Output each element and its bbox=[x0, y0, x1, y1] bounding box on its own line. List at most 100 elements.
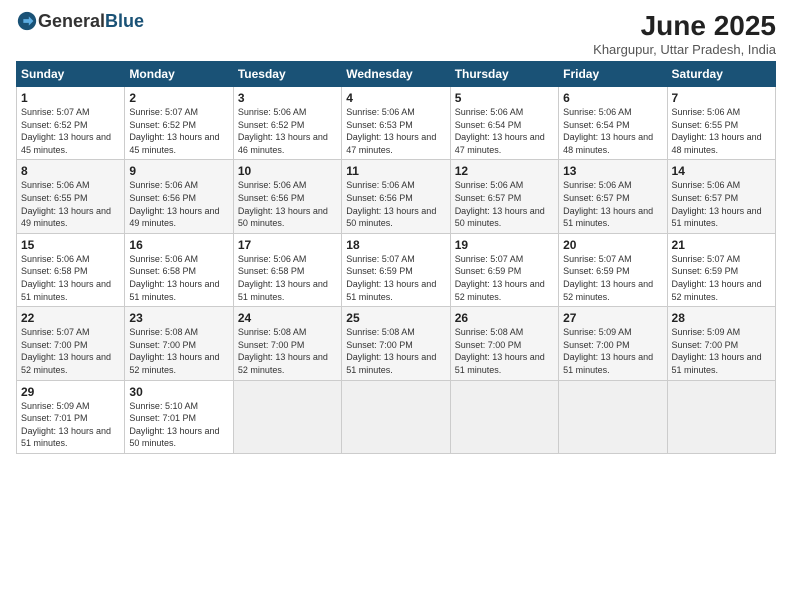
day-number: 14 bbox=[672, 164, 771, 178]
day-info: Sunrise: 5:09 AM Sunset: 7:00 PM Dayligh… bbox=[672, 326, 771, 376]
calendar-cell: 14Sunrise: 5:06 AM Sunset: 6:57 PM Dayli… bbox=[667, 160, 775, 233]
logo: GeneralBlue bbox=[16, 10, 144, 32]
day-info: Sunrise: 5:07 AM Sunset: 6:52 PM Dayligh… bbox=[21, 106, 120, 156]
calendar-cell: 4Sunrise: 5:06 AM Sunset: 6:53 PM Daylig… bbox=[342, 87, 450, 160]
calendar-cell: 22Sunrise: 5:07 AM Sunset: 7:00 PM Dayli… bbox=[17, 307, 125, 380]
day-number: 25 bbox=[346, 311, 445, 325]
day-number: 19 bbox=[455, 238, 554, 252]
day-info: Sunrise: 5:07 AM Sunset: 6:59 PM Dayligh… bbox=[563, 253, 662, 303]
calendar-cell: 12Sunrise: 5:06 AM Sunset: 6:57 PM Dayli… bbox=[450, 160, 558, 233]
title-block: June 2025 Khargupur, Uttar Pradesh, Indi… bbox=[593, 10, 776, 57]
calendar-cell: 3Sunrise: 5:06 AM Sunset: 6:52 PM Daylig… bbox=[233, 87, 341, 160]
day-number: 28 bbox=[672, 311, 771, 325]
day-info: Sunrise: 5:07 AM Sunset: 7:00 PM Dayligh… bbox=[21, 326, 120, 376]
calendar-cell: 18Sunrise: 5:07 AM Sunset: 6:59 PM Dayli… bbox=[342, 233, 450, 306]
day-number: 1 bbox=[21, 91, 120, 105]
logo-general: General bbox=[38, 11, 105, 32]
calendar-cell: 7Sunrise: 5:06 AM Sunset: 6:55 PM Daylig… bbox=[667, 87, 775, 160]
day-info: Sunrise: 5:09 AM Sunset: 7:00 PM Dayligh… bbox=[563, 326, 662, 376]
day-number: 5 bbox=[455, 91, 554, 105]
day-number: 12 bbox=[455, 164, 554, 178]
day-info: Sunrise: 5:06 AM Sunset: 6:57 PM Dayligh… bbox=[563, 179, 662, 229]
calendar-week-2: 15Sunrise: 5:06 AM Sunset: 6:58 PM Dayli… bbox=[17, 233, 776, 306]
calendar-cell: 1Sunrise: 5:07 AM Sunset: 6:52 PM Daylig… bbox=[17, 87, 125, 160]
calendar-week-1: 8Sunrise: 5:06 AM Sunset: 6:55 PM Daylig… bbox=[17, 160, 776, 233]
day-info: Sunrise: 5:07 AM Sunset: 6:59 PM Dayligh… bbox=[672, 253, 771, 303]
calendar-cell: 13Sunrise: 5:06 AM Sunset: 6:57 PM Dayli… bbox=[559, 160, 667, 233]
day-number: 16 bbox=[129, 238, 228, 252]
day-number: 29 bbox=[21, 385, 120, 399]
main-container: GeneralBlue June 2025 Khargupur, Uttar P… bbox=[0, 0, 792, 464]
calendar-cell: 19Sunrise: 5:07 AM Sunset: 6:59 PM Dayli… bbox=[450, 233, 558, 306]
day-info: Sunrise: 5:06 AM Sunset: 6:56 PM Dayligh… bbox=[238, 179, 337, 229]
day-info: Sunrise: 5:06 AM Sunset: 6:55 PM Dayligh… bbox=[21, 179, 120, 229]
day-number: 18 bbox=[346, 238, 445, 252]
day-number: 26 bbox=[455, 311, 554, 325]
logo-blue: Blue bbox=[105, 11, 144, 32]
calendar-cell: 6Sunrise: 5:06 AM Sunset: 6:54 PM Daylig… bbox=[559, 87, 667, 160]
calendar-cell: 20Sunrise: 5:07 AM Sunset: 6:59 PM Dayli… bbox=[559, 233, 667, 306]
calendar-cell bbox=[342, 380, 450, 453]
day-info: Sunrise: 5:06 AM Sunset: 6:58 PM Dayligh… bbox=[238, 253, 337, 303]
calendar-week-4: 29Sunrise: 5:09 AM Sunset: 7:01 PM Dayli… bbox=[17, 380, 776, 453]
col-sunday: Sunday bbox=[17, 62, 125, 87]
day-info: Sunrise: 5:06 AM Sunset: 6:52 PM Dayligh… bbox=[238, 106, 337, 156]
day-number: 30 bbox=[129, 385, 228, 399]
calendar-cell: 28Sunrise: 5:09 AM Sunset: 7:00 PM Dayli… bbox=[667, 307, 775, 380]
day-number: 15 bbox=[21, 238, 120, 252]
calendar-week-3: 22Sunrise: 5:07 AM Sunset: 7:00 PM Dayli… bbox=[17, 307, 776, 380]
month-year: June 2025 bbox=[593, 10, 776, 42]
calendar-cell: 10Sunrise: 5:06 AM Sunset: 6:56 PM Dayli… bbox=[233, 160, 341, 233]
day-info: Sunrise: 5:07 AM Sunset: 6:52 PM Dayligh… bbox=[129, 106, 228, 156]
calendar-cell: 11Sunrise: 5:06 AM Sunset: 6:56 PM Dayli… bbox=[342, 160, 450, 233]
calendar-cell: 25Sunrise: 5:08 AM Sunset: 7:00 PM Dayli… bbox=[342, 307, 450, 380]
day-info: Sunrise: 5:10 AM Sunset: 7:01 PM Dayligh… bbox=[129, 400, 228, 450]
col-wednesday: Wednesday bbox=[342, 62, 450, 87]
day-info: Sunrise: 5:08 AM Sunset: 7:00 PM Dayligh… bbox=[455, 326, 554, 376]
calendar-cell: 8Sunrise: 5:06 AM Sunset: 6:55 PM Daylig… bbox=[17, 160, 125, 233]
day-info: Sunrise: 5:06 AM Sunset: 6:56 PM Dayligh… bbox=[129, 179, 228, 229]
day-info: Sunrise: 5:06 AM Sunset: 6:58 PM Dayligh… bbox=[129, 253, 228, 303]
day-info: Sunrise: 5:08 AM Sunset: 7:00 PM Dayligh… bbox=[129, 326, 228, 376]
day-number: 3 bbox=[238, 91, 337, 105]
day-info: Sunrise: 5:06 AM Sunset: 6:57 PM Dayligh… bbox=[455, 179, 554, 229]
day-number: 20 bbox=[563, 238, 662, 252]
day-info: Sunrise: 5:06 AM Sunset: 6:54 PM Dayligh… bbox=[563, 106, 662, 156]
day-info: Sunrise: 5:08 AM Sunset: 7:00 PM Dayligh… bbox=[346, 326, 445, 376]
day-info: Sunrise: 5:07 AM Sunset: 6:59 PM Dayligh… bbox=[455, 253, 554, 303]
calendar-cell: 26Sunrise: 5:08 AM Sunset: 7:00 PM Dayli… bbox=[450, 307, 558, 380]
calendar-week-0: 1Sunrise: 5:07 AM Sunset: 6:52 PM Daylig… bbox=[17, 87, 776, 160]
location: Khargupur, Uttar Pradesh, India bbox=[593, 42, 776, 57]
calendar-cell: 21Sunrise: 5:07 AM Sunset: 6:59 PM Dayli… bbox=[667, 233, 775, 306]
calendar-cell: 27Sunrise: 5:09 AM Sunset: 7:00 PM Dayli… bbox=[559, 307, 667, 380]
day-info: Sunrise: 5:08 AM Sunset: 7:00 PM Dayligh… bbox=[238, 326, 337, 376]
calendar-cell: 29Sunrise: 5:09 AM Sunset: 7:01 PM Dayli… bbox=[17, 380, 125, 453]
calendar-cell bbox=[450, 380, 558, 453]
day-info: Sunrise: 5:07 AM Sunset: 6:59 PM Dayligh… bbox=[346, 253, 445, 303]
calendar-cell: 17Sunrise: 5:06 AM Sunset: 6:58 PM Dayli… bbox=[233, 233, 341, 306]
calendar-cell bbox=[559, 380, 667, 453]
general-blue-icon bbox=[16, 10, 38, 32]
day-info: Sunrise: 5:09 AM Sunset: 7:01 PM Dayligh… bbox=[21, 400, 120, 450]
calendar-header-row: Sunday Monday Tuesday Wednesday Thursday… bbox=[17, 62, 776, 87]
col-saturday: Saturday bbox=[667, 62, 775, 87]
day-info: Sunrise: 5:06 AM Sunset: 6:53 PM Dayligh… bbox=[346, 106, 445, 156]
day-number: 8 bbox=[21, 164, 120, 178]
day-info: Sunrise: 5:06 AM Sunset: 6:58 PM Dayligh… bbox=[21, 253, 120, 303]
calendar-cell: 2Sunrise: 5:07 AM Sunset: 6:52 PM Daylig… bbox=[125, 87, 233, 160]
day-number: 4 bbox=[346, 91, 445, 105]
calendar-cell bbox=[233, 380, 341, 453]
day-number: 6 bbox=[563, 91, 662, 105]
col-monday: Monday bbox=[125, 62, 233, 87]
header: GeneralBlue June 2025 Khargupur, Uttar P… bbox=[16, 10, 776, 57]
day-info: Sunrise: 5:06 AM Sunset: 6:54 PM Dayligh… bbox=[455, 106, 554, 156]
day-number: 7 bbox=[672, 91, 771, 105]
calendar-cell: 24Sunrise: 5:08 AM Sunset: 7:00 PM Dayli… bbox=[233, 307, 341, 380]
calendar-cell bbox=[667, 380, 775, 453]
day-number: 13 bbox=[563, 164, 662, 178]
col-tuesday: Tuesday bbox=[233, 62, 341, 87]
calendar-cell: 9Sunrise: 5:06 AM Sunset: 6:56 PM Daylig… bbox=[125, 160, 233, 233]
day-number: 27 bbox=[563, 311, 662, 325]
day-number: 17 bbox=[238, 238, 337, 252]
calendar-cell: 16Sunrise: 5:06 AM Sunset: 6:58 PM Dayli… bbox=[125, 233, 233, 306]
